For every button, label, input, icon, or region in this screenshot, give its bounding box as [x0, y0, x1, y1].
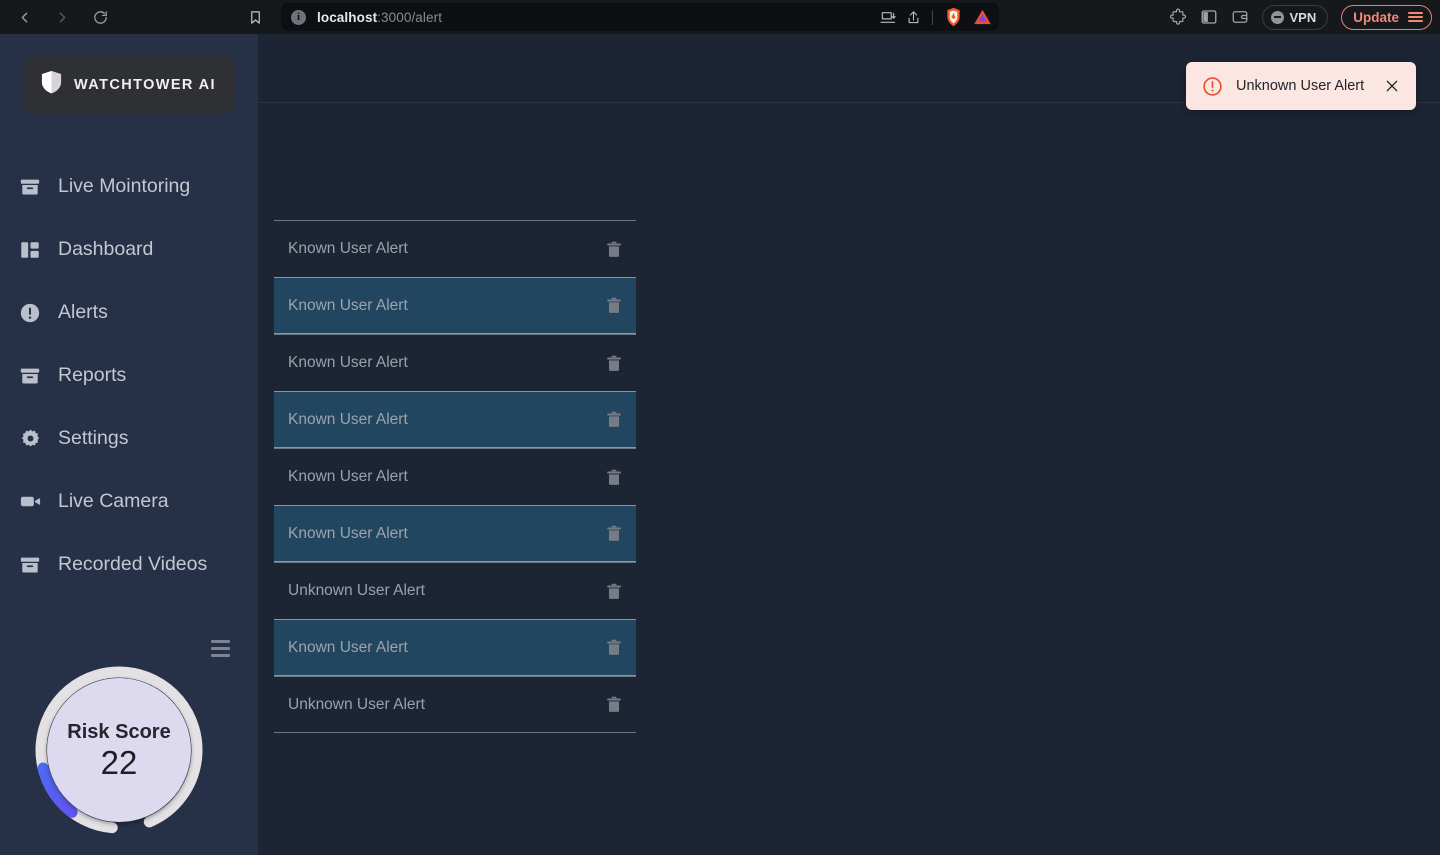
- risk-score-value: 22: [100, 744, 138, 781]
- vpn-status-icon: [1270, 10, 1284, 24]
- logo-text: WATCHTOWER AI: [74, 76, 216, 93]
- video-camera-icon: [18, 490, 42, 514]
- alert-row[interactable]: Unknown User Alert: [274, 562, 636, 619]
- sidebar-item-label: Live Mointoring: [58, 175, 191, 197]
- sidebar-item-label: Settings: [58, 427, 129, 449]
- sidebar-item-label: Alerts: [58, 301, 108, 323]
- close-icon[interactable]: [1382, 76, 1402, 96]
- alert-label: Unknown User Alert: [288, 695, 425, 713]
- toast-notification: Unknown User Alert: [1186, 62, 1416, 110]
- risk-score-face: Risk Score 22: [47, 678, 191, 822]
- brave-shields-icon[interactable]: [944, 7, 963, 27]
- toast-message: Unknown User Alert: [1236, 78, 1365, 94]
- alert-label: Known User Alert: [288, 354, 408, 371]
- alert-row[interactable]: Known User Alert: [274, 619, 636, 676]
- logo-container: WATCHTOWER AI: [0, 34, 258, 113]
- alert-label: Known User Alert: [288, 410, 408, 428]
- sidebar-item-label: Dashboard: [58, 238, 154, 260]
- app-logo[interactable]: WATCHTOWER AI: [24, 56, 235, 113]
- hamburger-menu-icon[interactable]: [1408, 11, 1423, 23]
- shield-icon: [41, 70, 62, 99]
- alert-row[interactable]: Known User Alert: [274, 334, 636, 391]
- main-content: Known User Alert Known User Alert Known …: [258, 34, 1440, 855]
- sidebar: WATCHTOWER AI Live Mointoring Dashboard …: [0, 34, 258, 855]
- sidebar-item-label: Reports: [58, 364, 127, 386]
- forward-button[interactable]: [48, 4, 76, 30]
- gear-icon: [18, 427, 42, 451]
- sidebar-item-live-camera[interactable]: Live Camera: [0, 470, 258, 533]
- address-bar-actions: [880, 3, 992, 31]
- sidebar-item-reports[interactable]: Reports: [0, 344, 258, 407]
- alert-label: Known User Alert: [288, 468, 408, 485]
- url-path: :3000/alert: [377, 9, 443, 25]
- back-button[interactable]: [10, 4, 38, 30]
- trash-icon[interactable]: [603, 466, 625, 488]
- archive-box-icon: [18, 364, 42, 388]
- browser-nav-buttons: [0, 4, 114, 30]
- trash-icon[interactable]: [603, 580, 625, 602]
- alert-label: Unknown User Alert: [288, 582, 425, 599]
- trash-icon[interactable]: [603, 295, 625, 317]
- trash-icon[interactable]: [603, 409, 625, 431]
- toolbar-divider: [932, 9, 933, 25]
- vpn-button[interactable]: VPN: [1261, 4, 1329, 30]
- alert-circle-icon: [1202, 76, 1223, 97]
- toggle-sidebar-icon[interactable]: [1200, 8, 1218, 26]
- extensions-puzzle-icon[interactable]: [1169, 8, 1187, 26]
- url-host: localhost: [317, 9, 378, 25]
- sidebar-item-recorded-videos[interactable]: Recorded Videos: [0, 533, 258, 596]
- bookmark-icon[interactable]: [248, 9, 263, 26]
- update-button[interactable]: Update: [1341, 4, 1432, 30]
- archive-box-icon: [18, 553, 42, 577]
- sidebar-item-dashboard[interactable]: Dashboard: [0, 218, 258, 281]
- dashboard-grid-icon: [18, 238, 42, 262]
- share-icon[interactable]: [906, 9, 921, 26]
- extension-triangle-icon[interactable]: [972, 7, 992, 27]
- browser-right-actions: VPN Update: [1169, 0, 1432, 34]
- alert-row[interactable]: Known User Alert: [274, 448, 636, 505]
- alert-label: Known User Alert: [288, 638, 408, 656]
- alert-list: Known User Alert Known User Alert Known …: [274, 220, 636, 733]
- gauge-hamburger-menu-icon[interactable]: [211, 640, 230, 657]
- sidebar-item-label: Recorded Videos: [58, 553, 208, 575]
- address-bar[interactable]: i localhost:3000/alert: [281, 3, 999, 31]
- risk-score-gauge: Risk Score 22: [33, 664, 205, 836]
- sidebar-nav: Live Mointoring Dashboard Alerts Reports: [0, 155, 258, 596]
- reload-button[interactable]: [86, 4, 114, 30]
- alert-row[interactable]: Known User Alert: [274, 505, 636, 562]
- trash-icon[interactable]: [603, 523, 625, 545]
- url-text: localhost:3000/alert: [317, 10, 442, 25]
- alert-label: Known User Alert: [288, 524, 408, 542]
- sidebar-item-label: Live Camera: [58, 490, 169, 512]
- brave-wallet-icon[interactable]: [1231, 8, 1249, 26]
- archive-box-icon: [18, 175, 42, 199]
- alert-row[interactable]: Known User Alert: [274, 220, 636, 277]
- sidebar-item-live-mointoring[interactable]: Live Mointoring: [0, 155, 258, 218]
- trash-icon[interactable]: [603, 694, 625, 716]
- vpn-label: VPN: [1289, 9, 1317, 25]
- alert-row[interactable]: Known User Alert: [274, 277, 636, 334]
- sidebar-item-alerts[interactable]: Alerts: [0, 281, 258, 344]
- trash-icon[interactable]: [603, 352, 625, 374]
- site-info-icon[interactable]: i: [291, 9, 306, 25]
- trash-icon[interactable]: [603, 637, 625, 659]
- trash-icon[interactable]: [603, 238, 625, 260]
- sidebar-item-settings[interactable]: Settings: [0, 407, 258, 470]
- alert-row[interactable]: Unknown User Alert: [274, 676, 636, 733]
- browser-toolbar: i localhost:3000/alert VPN Update: [0, 0, 1440, 34]
- risk-score-label: Risk Score: [67, 721, 171, 743]
- cast-to-device-icon[interactable]: [880, 10, 897, 25]
- alert-label: Known User Alert: [288, 240, 408, 257]
- alert-circle-icon: [18, 301, 42, 325]
- alert-row[interactable]: Known User Alert: [274, 391, 636, 448]
- alert-label: Known User Alert: [288, 296, 408, 314]
- update-label: Update: [1353, 9, 1399, 25]
